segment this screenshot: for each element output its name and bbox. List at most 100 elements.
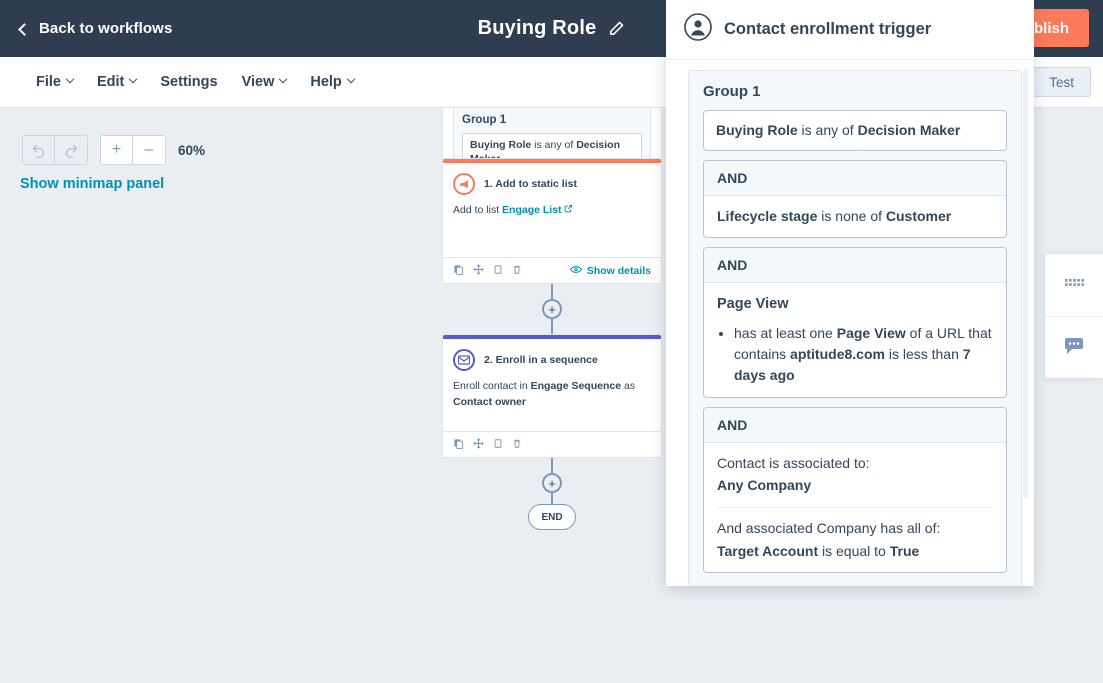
- action-card-footer: Show details: [443, 257, 661, 283]
- connector-2: +: [442, 284, 662, 334]
- show-details-label: Show details: [586, 264, 651, 277]
- contact-enrollment-trigger-popup: Contact enrollment trigger Group 1 Buyin…: [666, 0, 1034, 586]
- association-criteria: Target Account is equal to True: [717, 542, 993, 562]
- connector-line: [551, 284, 553, 299]
- copy-icon[interactable]: [453, 436, 464, 454]
- zoom-buttons-group: + –: [100, 135, 166, 165]
- workflow-editor: Back to workflows Buying Role Publish Fi…: [0, 0, 1103, 683]
- connector-line: [551, 493, 553, 504]
- filter-field: Target Account: [717, 542, 819, 559]
- page-title: Buying Role: [477, 17, 597, 39]
- menu-item-help-label: Help: [310, 74, 342, 90]
- action-card-title: 2. Enroll in a sequence: [484, 354, 598, 366]
- menu-item-edit[interactable]: Edit: [97, 74, 138, 90]
- association-label-2: And associated Company has all of:: [717, 519, 941, 536]
- page-view-criteria-list: has at least one Page View of a URL that…: [734, 323, 993, 386]
- menu-item-file[interactable]: File: [36, 74, 75, 90]
- association-value: Any Company: [717, 477, 812, 494]
- menu-item-view[interactable]: View: [241, 74, 288, 90]
- bullet-bold-2: aptitude8.com: [790, 345, 885, 362]
- chevron-left-icon: [18, 22, 31, 36]
- chevron-down-icon: [346, 74, 356, 84]
- copy-icon[interactable]: [453, 262, 464, 280]
- chevron-down-icon: [129, 74, 138, 84]
- filter-field: Buying Role: [470, 139, 532, 151]
- popup-and-block-1[interactable]: AND Lifecycle stage is none of Customer: [703, 159, 1007, 239]
- popup-body[interactable]: Group 1 Buying Role is any of Decision M…: [666, 60, 1034, 586]
- add-step-button[interactable]: +: [542, 299, 562, 319]
- divider: [717, 506, 993, 508]
- filter-value: Customer: [885, 207, 952, 224]
- list-item: has at least one Page View of a URL that…: [734, 323, 993, 386]
- action-card-description: Add to list Engage List: [443, 195, 661, 257]
- zoom-level-label: 60%: [178, 142, 206, 158]
- chat-button[interactable]: [1045, 316, 1103, 378]
- engage-list-link[interactable]: Engage List: [502, 204, 562, 216]
- show-minimap-panel-link[interactable]: Show minimap panel: [20, 176, 164, 192]
- popup-and-block-2[interactable]: AND Page View has at least one Page View…: [703, 247, 1007, 398]
- action-card-header: 2. Enroll in a sequence: [443, 339, 661, 371]
- redo-button[interactable]: [55, 135, 88, 165]
- action-card-description: Enroll contact in Engage Sequence as Con…: [443, 371, 661, 431]
- desc-prefix: Add to list: [453, 204, 503, 216]
- popup-header: Contact enrollment trigger: [666, 0, 1034, 60]
- add-step-button[interactable]: +: [542, 473, 562, 493]
- filter-operator: is any of: [797, 122, 858, 138]
- popup-group-1: Group 1 Buying Role is any of Decision M…: [688, 70, 1022, 586]
- zoom-out-button[interactable]: –: [133, 135, 166, 165]
- zoom-in-button[interactable]: +: [100, 135, 133, 165]
- pencil-icon[interactable]: [608, 20, 625, 37]
- filter-field: Buying Role: [716, 122, 798, 138]
- apps-grid-button[interactable]: [1045, 254, 1103, 316]
- trash-icon[interactable]: [512, 262, 522, 280]
- popup-filter-company-association: Contact is associated to: Any Company An…: [704, 443, 1006, 572]
- and-label: AND: [704, 160, 1006, 196]
- canvas-zoom-toolbar: + – 60%: [22, 135, 205, 165]
- bullet-bold-1: Page View: [836, 324, 906, 341]
- show-details-link[interactable]: Show details: [569, 264, 651, 277]
- page-view-title: Page View: [717, 296, 789, 313]
- filter-operator: is equal to: [818, 542, 890, 559]
- undo-redo-group: [22, 135, 88, 165]
- connector-line: [551, 319, 553, 334]
- filter-field: Lifecycle stage: [717, 207, 818, 224]
- association-label: Contact is associated to:: [717, 454, 870, 471]
- duplicate-icon[interactable]: [493, 436, 503, 454]
- end-node: END: [528, 504, 576, 530]
- popup-filter-lifecycle-stage: Lifecycle stage is none of Customer: [704, 196, 1006, 238]
- action-card-footer: [443, 431, 661, 457]
- envelope-icon: [453, 349, 475, 371]
- filter-operator: is none of: [817, 207, 886, 224]
- bullet-part-1: has at least one: [734, 324, 837, 341]
- popup-scrollbar[interactable]: [1023, 68, 1028, 498]
- trash-icon[interactable]: [512, 436, 522, 454]
- filter-value: True: [889, 542, 920, 559]
- move-icon[interactable]: [473, 436, 484, 454]
- connector-line: [551, 458, 553, 473]
- test-button[interactable]: Test: [1032, 67, 1091, 97]
- undo-button[interactable]: [22, 135, 55, 165]
- right-side-rail: [1044, 253, 1103, 379]
- menu-item-settings[interactable]: Settings: [160, 74, 217, 90]
- popup-filter-page-view: Page View has at least one Page View of …: [704, 283, 1006, 396]
- sequence-name: Engage Sequence: [530, 380, 622, 392]
- menu-item-view-label: View: [241, 74, 275, 90]
- action-footer-icons: [453, 436, 522, 454]
- duplicate-icon[interactable]: [493, 262, 503, 280]
- external-link-icon: [564, 204, 573, 216]
- desc-prefix: Enroll contact in: [453, 380, 531, 392]
- chevron-down-icon: [65, 74, 75, 84]
- popup-filter-buying-role[interactable]: Buying Role is any of Decision Maker: [703, 110, 1007, 151]
- and-label: AND: [704, 248, 1006, 284]
- back-to-workflows-link[interactable]: Back to workflows: [18, 20, 173, 37]
- move-icon[interactable]: [473, 262, 484, 280]
- back-to-workflows-label: Back to workflows: [39, 20, 173, 37]
- action-card-enroll-in-sequence[interactable]: 2. Enroll in a sequence Enroll contact i…: [442, 334, 662, 458]
- popup-and-block-3[interactable]: AND Contact is associated to: Any Compan…: [703, 406, 1007, 574]
- action-card-add-to-static-list[interactable]: 1. Add to static list Add to list Engage…: [442, 158, 662, 284]
- menu-item-help[interactable]: Help: [310, 74, 356, 90]
- trigger-group-title: Group 1: [462, 114, 507, 126]
- contact-avatar-icon: [684, 13, 712, 46]
- popup-title: Contact enrollment trigger: [724, 20, 932, 38]
- chevron-down-icon: [279, 74, 288, 84]
